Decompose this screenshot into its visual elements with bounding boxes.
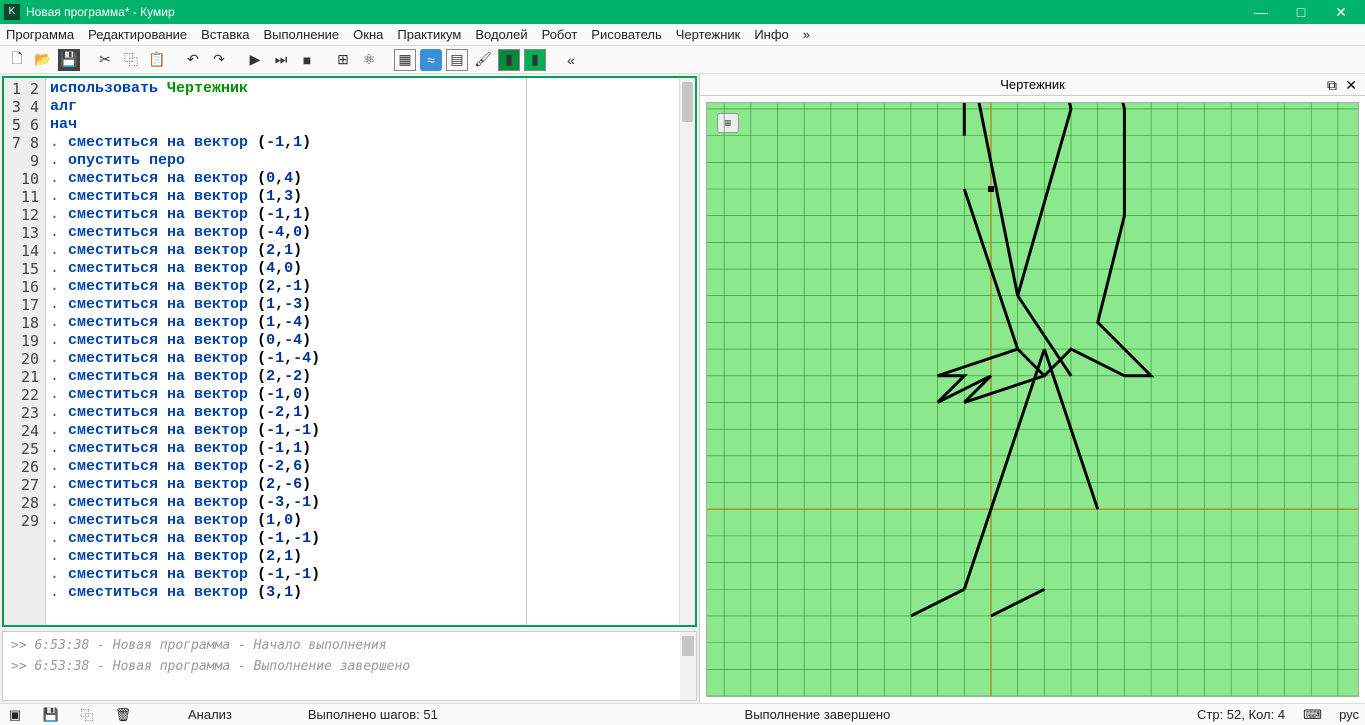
output-console[interactable]: >> 6:53:38 - Новая программа - Начало вы… (2, 631, 697, 701)
menu-program[interactable]: Программа (6, 27, 74, 42)
menu-chertezhnik[interactable]: Чертежник (676, 27, 741, 42)
console-scrollbar[interactable] (680, 632, 696, 700)
undo-icon[interactable]: ↶ (182, 49, 204, 71)
cut-icon[interactable]: ✂ (94, 49, 116, 71)
drawing-canvas[interactable]: ≡ (706, 102, 1359, 697)
status-lang[interactable]: рус (1339, 707, 1359, 722)
menu-edit[interactable]: Редактирование (88, 27, 187, 42)
menu-robot[interactable]: Робот (542, 27, 578, 42)
minimize-button[interactable]: — (1241, 4, 1281, 20)
run-icon[interactable]: ▶ (244, 49, 266, 71)
water-icon[interactable]: ≈ (420, 49, 442, 71)
status-done: Выполнение завершено (745, 707, 891, 722)
titlebar: K Новая программа* - Кумир — □ ✕ (0, 0, 1365, 24)
sb-clear-icon[interactable]: 🗑 (114, 707, 132, 723)
scroll-thumb[interactable] (682, 82, 693, 122)
close-button[interactable]: ✕ (1321, 4, 1361, 21)
panel-title: Чертежник (1000, 77, 1065, 92)
code-editor[interactable]: 1 2 3 4 5 6 7 8 9 10 11 12 13 14 15 16 1… (2, 76, 697, 627)
status-analysis: Анализ (188, 707, 232, 722)
console-line: >> 6:53:38 - Новая программа - Начало вы… (11, 638, 688, 653)
console-line: >> 6:53:38 - Новая программа - Выполнени… (11, 659, 688, 674)
menu-info[interactable]: Инфо (754, 27, 788, 42)
statusbar: ▣ 💾 ⿻ 🗑 Анализ Выполнено шагов: 51 Выпол… (0, 703, 1365, 725)
paint-icon[interactable]: 🖌 (472, 49, 494, 71)
scroll-thumb[interactable] (682, 636, 694, 656)
menu-windows[interactable]: Окна (353, 27, 383, 42)
status-cursor-pos: Стр: 52, Кол: 4 (1197, 707, 1285, 722)
panel-title-bar: Чертежник ⧉ ✕ (700, 74, 1365, 96)
menu-risovatel[interactable]: Рисователь (591, 27, 661, 42)
toolbar: 🗋 📂 💾 ✂ ⿻ 📋 ↶ ↷ ▶ ⏭ ■ ⊞ ⚛ ▦ ≈ ▤ 🖌 ▮ ▮ « (0, 46, 1365, 74)
code-area[interactable]: использовать Чертежник алг нач . сместит… (46, 78, 527, 625)
sb-save-icon[interactable]: 💾 (42, 707, 60, 723)
main-area: 1 2 3 4 5 6 7 8 9 10 11 12 13 14 15 16 1… (0, 74, 1365, 703)
new-file-icon[interactable]: 🗋 (6, 49, 28, 71)
expand-icon[interactable]: « (560, 49, 582, 71)
paste-icon[interactable]: 📋 (146, 49, 168, 71)
open-file-icon[interactable]: 📂 (32, 49, 54, 71)
left-pane: 1 2 3 4 5 6 7 8 9 10 11 12 13 14 15 16 1… (0, 74, 700, 703)
save-file-icon[interactable]: 💾 (58, 49, 80, 71)
drawing-svg (707, 103, 1358, 696)
panel-popout-icon[interactable]: ⧉ (1327, 77, 1337, 94)
table-icon[interactable]: ▦ (394, 49, 416, 71)
module-icon[interactable]: ⊞ (332, 49, 354, 71)
app-icon: K (4, 4, 20, 20)
menu-run[interactable]: Выполнение (263, 27, 339, 42)
sb-terminal-icon[interactable]: ▣ (6, 707, 24, 723)
sb-copy-icon[interactable]: ⿻ (78, 705, 96, 724)
stop-icon[interactable]: ■ (296, 49, 318, 71)
keyboard-icon[interactable]: ⌨ (1303, 707, 1321, 723)
window-title: Новая программа* - Кумир (26, 5, 1241, 19)
status-steps: Выполнено шагов: 51 (308, 707, 438, 722)
menu-insert[interactable]: Вставка (201, 27, 249, 42)
right-pane: Чертежник ⧉ ✕ ≡ (700, 74, 1365, 703)
menu-more[interactable]: » (803, 27, 810, 42)
green2-icon[interactable]: ▮ (524, 49, 546, 71)
editor-scrollbar[interactable] (679, 78, 695, 625)
menubar: Программа Редактирование Вставка Выполне… (0, 24, 1365, 46)
editor-side-column (527, 78, 679, 625)
redo-icon[interactable]: ↷ (208, 49, 230, 71)
grid-icon[interactable]: ▤ (446, 49, 468, 71)
menu-vodoley[interactable]: Водолей (475, 27, 527, 42)
maximize-button[interactable]: □ (1281, 4, 1321, 20)
line-gutter: 1 2 3 4 5 6 7 8 9 10 11 12 13 14 15 16 1… (4, 78, 46, 625)
atom-icon[interactable]: ⚛ (358, 49, 380, 71)
copy-icon[interactable]: ⿻ (120, 49, 142, 71)
menu-practicum[interactable]: Практикум (397, 27, 461, 42)
green1-icon[interactable]: ▮ (498, 49, 520, 71)
panel-close-icon[interactable]: ✕ (1345, 77, 1357, 94)
step-icon[interactable]: ⏭ (270, 49, 292, 71)
